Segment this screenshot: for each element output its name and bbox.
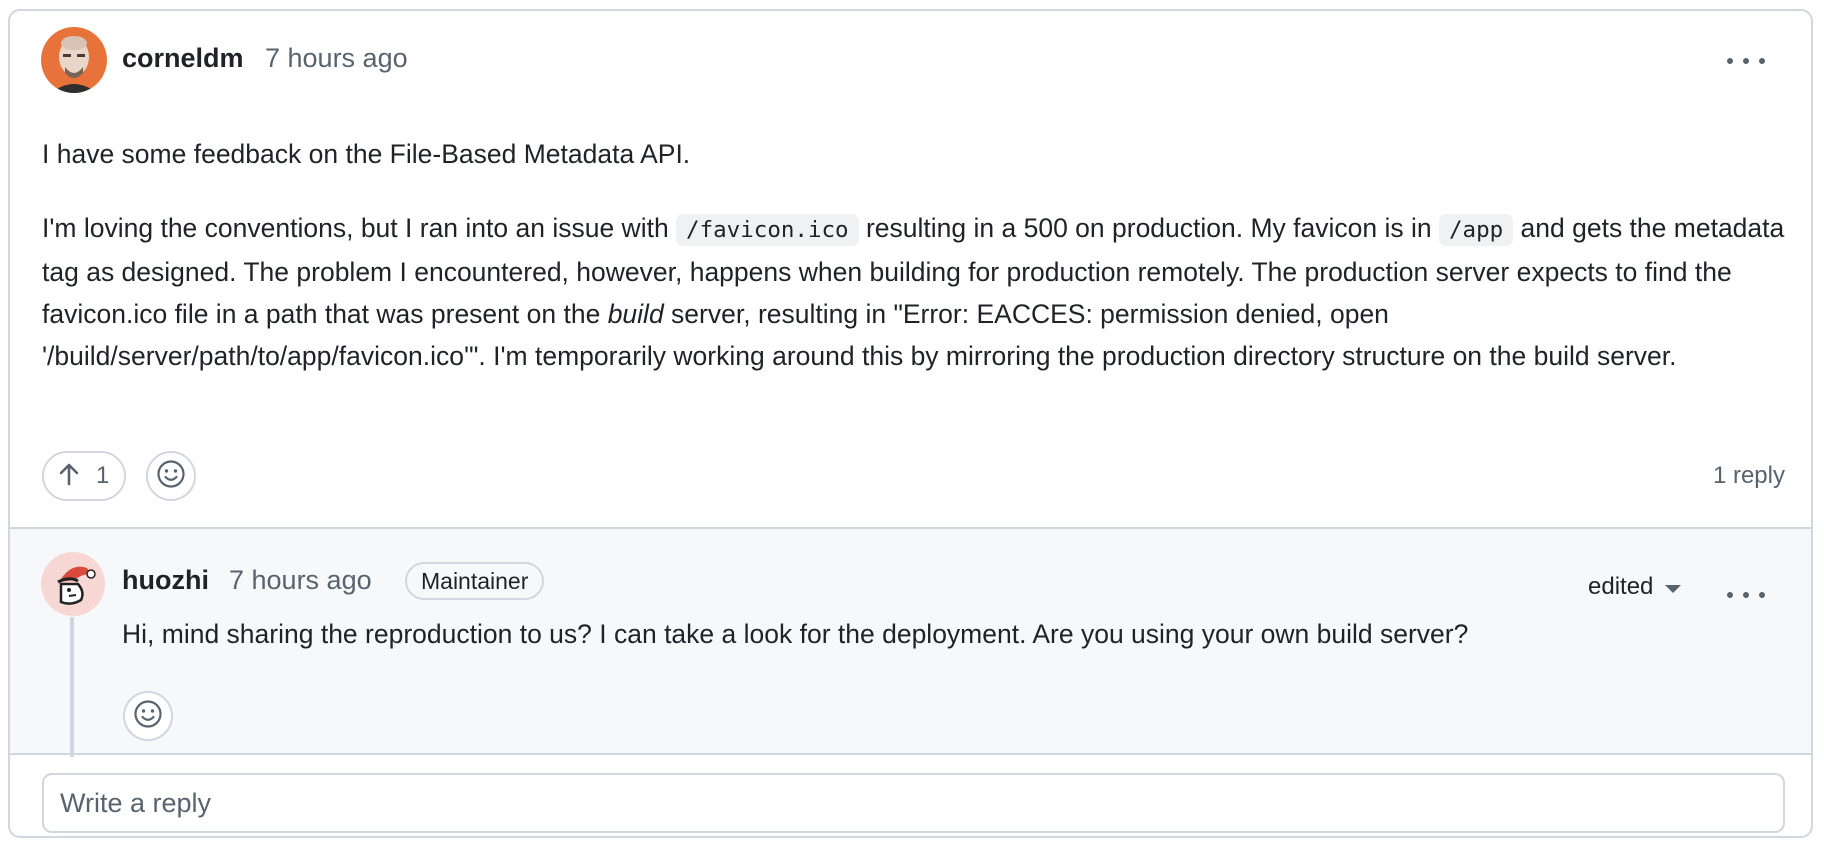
reply-body-text: Hi, mind sharing the reproduction to us?… (122, 619, 1469, 649)
post-body-paragraph-2: I'm loving the conventions, but I ran in… (42, 207, 1802, 377)
author-avatar-huozhi[interactable] (41, 552, 105, 616)
edited-label: edited (1588, 573, 1654, 600)
reply-more-options-kebab-icon[interactable] (1727, 583, 1765, 607)
paragraph-2-segment-1: I'm loving the conventions, but I ran in… (42, 213, 677, 243)
reply-author-username[interactable]: huozhi (122, 565, 209, 596)
reply-timestamp[interactable]: 7 hours ago (229, 565, 372, 596)
post-timestamp[interactable]: 7 hours ago (265, 43, 408, 74)
more-options-kebab-icon[interactable] (1727, 49, 1765, 73)
discussion-comment-card: corneldm 7 hours ago I have some feedbac… (8, 9, 1813, 838)
upvote-button[interactable]: 1 (42, 451, 126, 501)
upvote-count: 1 (96, 462, 110, 489)
reply-comment: huozhi 7 hours ago Maintainer edited Hi,… (10, 527, 1811, 757)
paragraph-2-segment-2: resulting in a 500 on production. My fav… (858, 213, 1439, 243)
original-post: corneldm 7 hours ago I have some feedbac… (10, 11, 1811, 529)
arrow-up-icon (56, 461, 82, 492)
emphasis-build: build (607, 299, 664, 329)
post-body-paragraph-1: I have some feedback on the File-Based M… (42, 133, 1802, 175)
inline-code-app: /app (1438, 214, 1514, 246)
smiley-icon (156, 459, 186, 494)
edited-history-dropdown[interactable]: edited (1588, 573, 1682, 601)
inline-code-favicon: /favicon.ico (676, 214, 859, 246)
author-username[interactable]: corneldm (122, 43, 244, 74)
triangle-down-icon (1665, 584, 1682, 593)
reply-add-reaction-button[interactable] (123, 691, 173, 741)
add-reaction-button[interactable] (146, 451, 196, 501)
smiley-icon (133, 699, 163, 734)
maintainer-badge: Maintainer (405, 562, 545, 600)
write-reply-input[interactable] (42, 773, 1785, 833)
paragraph-1-text: I have some feedback on the File-Based M… (42, 139, 691, 169)
paragraph-2-text: I'm loving the conventions, but I ran in… (42, 207, 1802, 377)
reply-count[interactable]: 1 reply (1713, 462, 1785, 490)
thread-connector-line (70, 617, 74, 757)
author-avatar-corneldm[interactable] (41, 27, 107, 93)
